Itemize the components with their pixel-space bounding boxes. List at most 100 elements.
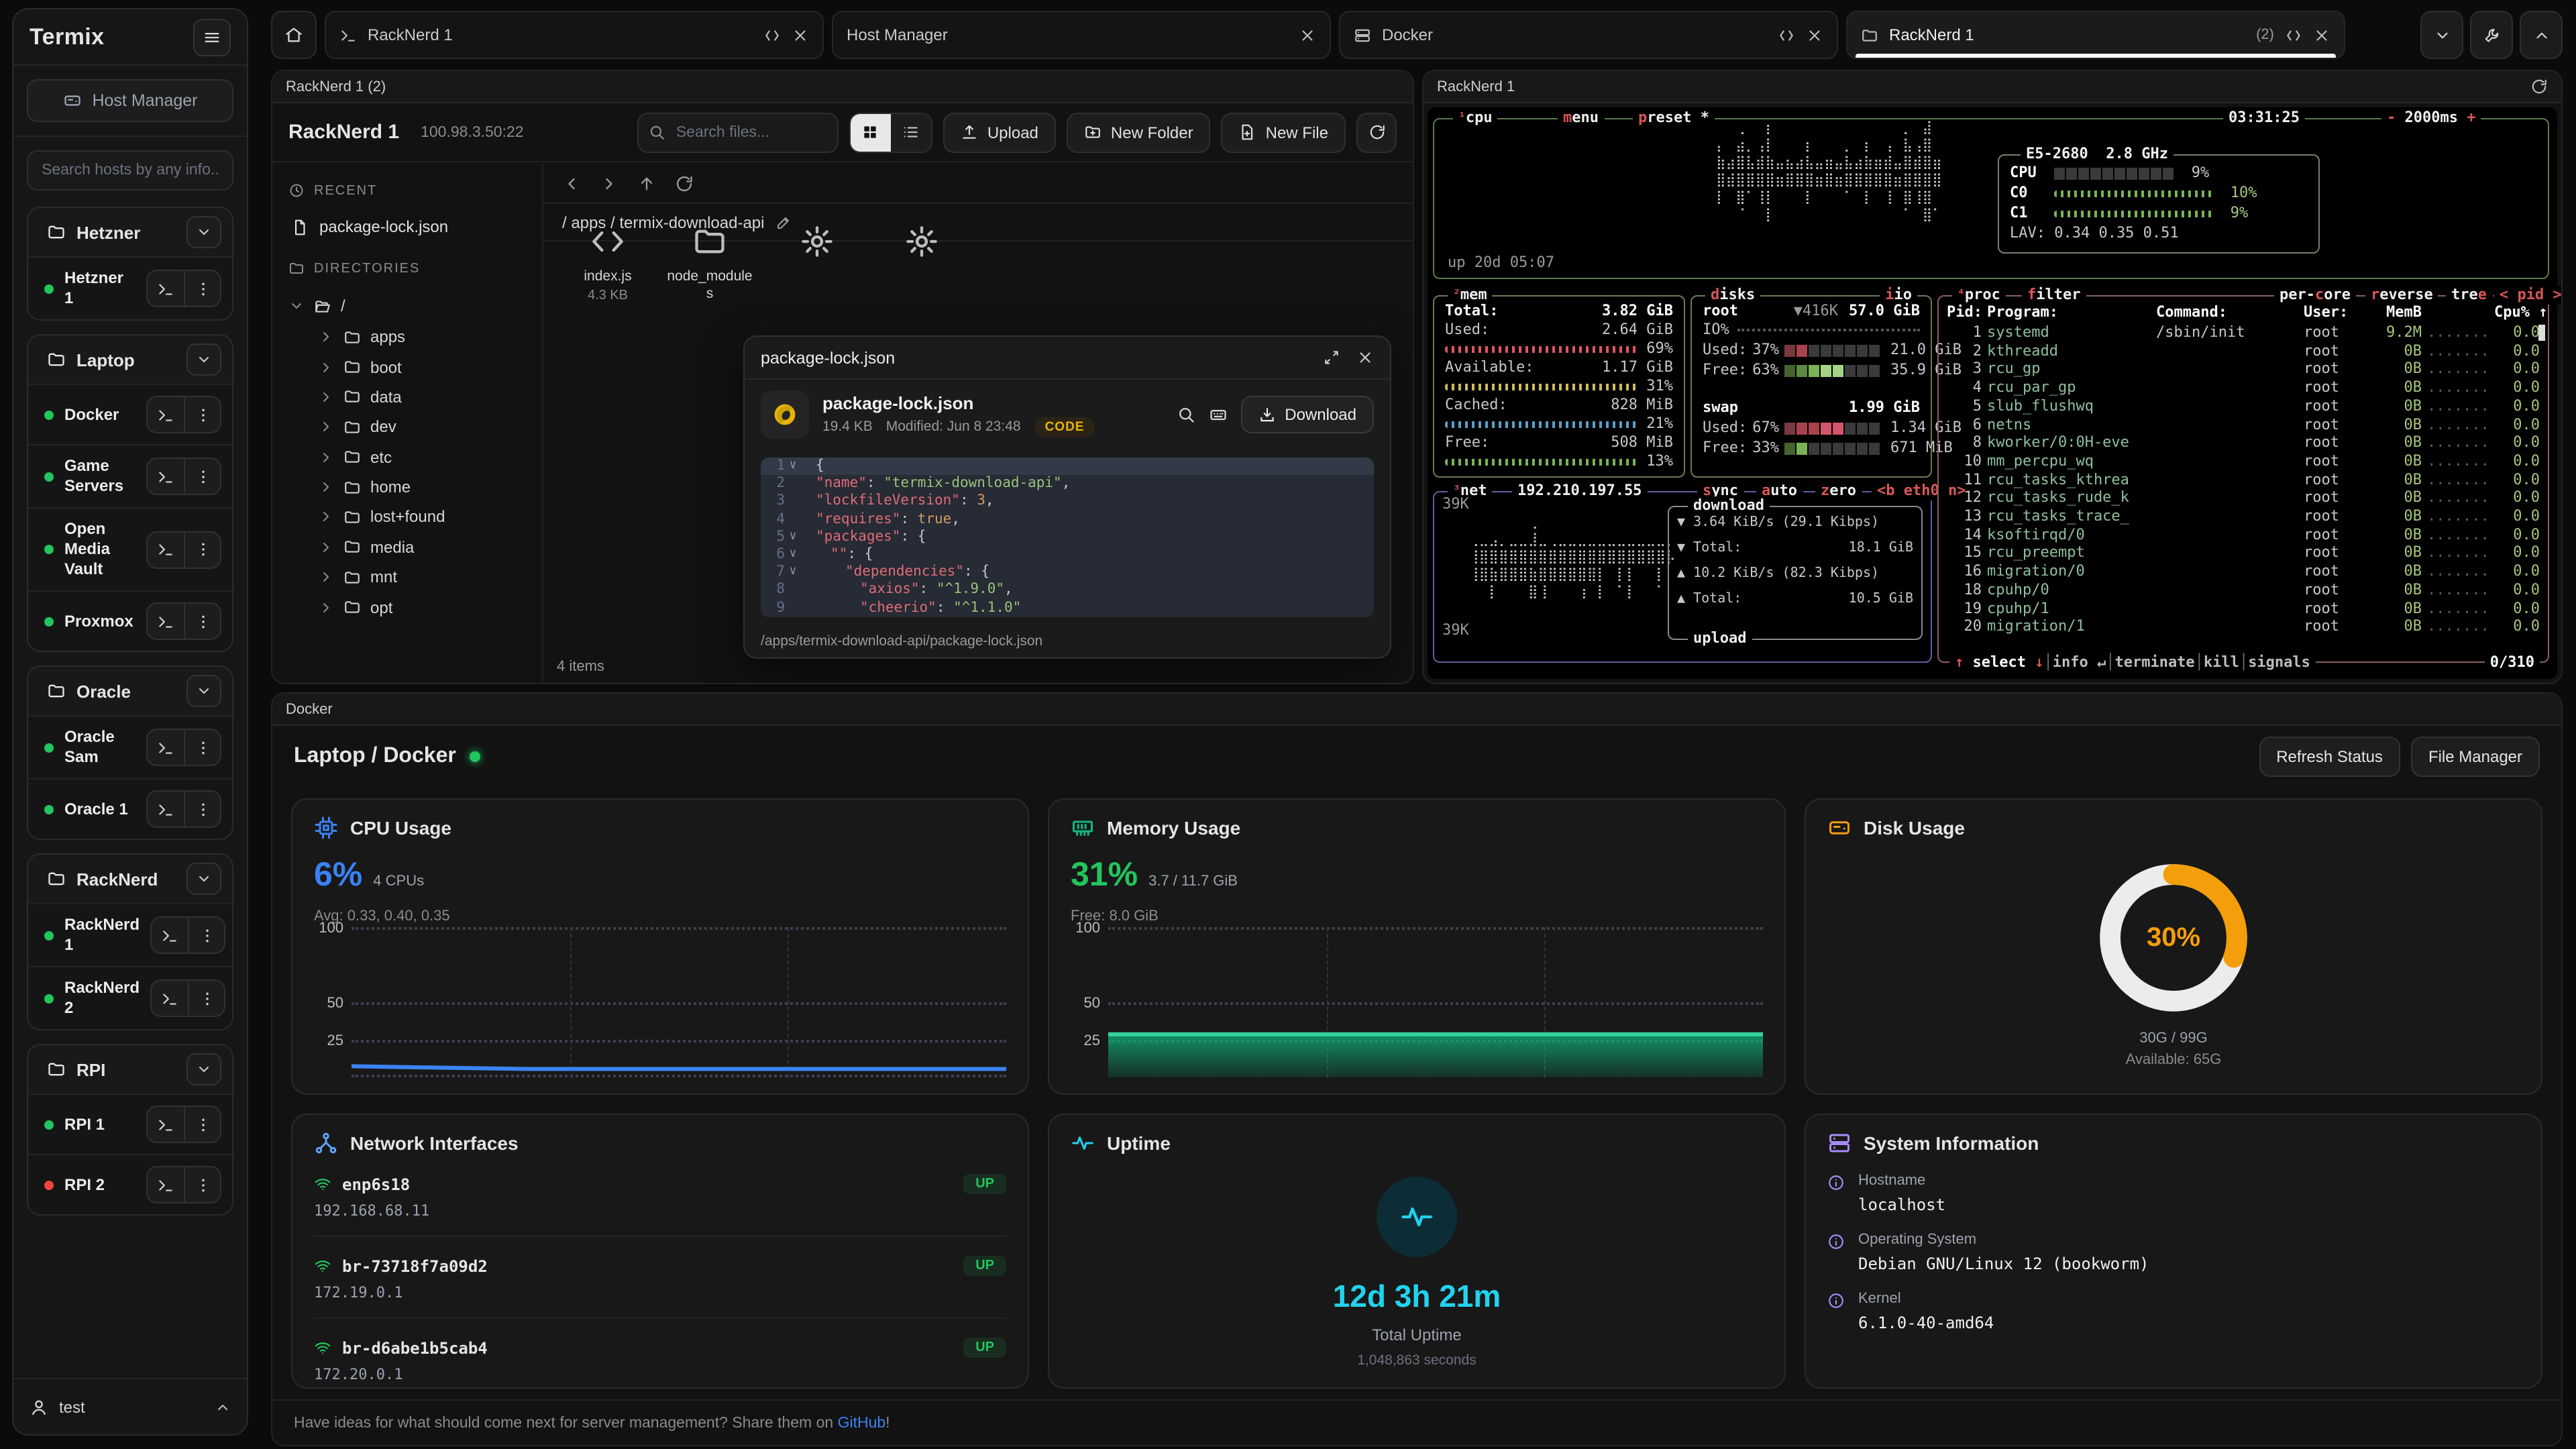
tab-racknerd1-terminal[interactable]: RackNerd 1 — [325, 11, 824, 59]
host-group-header[interactable]: Laptop — [28, 335, 232, 384]
directory-item[interactable]: boot — [288, 352, 526, 382]
tabs-collapse-button[interactable] — [2420, 11, 2463, 59]
process-row[interactable]: 18cpuhp/0root0B.........0.0 — [1939, 581, 2548, 599]
reconnect-icon[interactable] — [2530, 78, 2548, 95]
host-menu-button[interactable] — [188, 918, 224, 953]
directory-item[interactable]: home — [288, 472, 526, 502]
host-group-header[interactable]: Oracle — [28, 667, 232, 715]
btop-proc-reverse[interactable]: everse — [2379, 286, 2433, 305]
btop-proc-info[interactable]: info ↵ — [2053, 653, 2106, 672]
close-icon[interactable] — [792, 26, 809, 44]
process-table[interactable]: 1systemd/sbin/initroot9.2M.........0.0 2… — [1939, 323, 2548, 636]
process-row[interactable]: 13rcu_tasks_trace_root0B.........0.0 — [1939, 507, 2548, 525]
process-row[interactable]: 8kworker/0:0H-everoot0B.........0.0 — [1939, 433, 2548, 451]
tab-host-manager[interactable]: Host Manager — [832, 11, 1331, 59]
up-directory-icon[interactable] — [637, 174, 656, 193]
btop-menu[interactable]: enu — [1572, 109, 1599, 127]
host-terminal-button[interactable] — [148, 397, 184, 432]
github-link[interactable]: GitHub — [838, 1415, 886, 1431]
file-item-indexjs[interactable]: index.js 4.3 KB — [565, 220, 651, 303]
process-row[interactable]: 20migration/1root0B.........0.0 — [1939, 618, 2548, 636]
host-menu-button[interactable] — [184, 532, 220, 567]
user-menu[interactable]: test — [13, 1378, 247, 1434]
refresh-icon[interactable] — [675, 174, 694, 193]
split-view-icon[interactable] — [763, 26, 781, 44]
process-row[interactable]: 19cpuhp/1root0B.........0.0 — [1939, 599, 2548, 617]
terminal-screen[interactable]: ¹cpu menu preset * 03:31:25 - 2000ms + ⠀… — [1428, 107, 2557, 679]
new-file-button[interactable]: New File — [1222, 112, 1346, 152]
expand-icon[interactable] — [1323, 349, 1340, 366]
close-icon[interactable] — [1806, 26, 1823, 44]
new-folder-button[interactable]: New Folder — [1067, 112, 1211, 152]
split-view-icon[interactable] — [1778, 26, 1795, 44]
host-menu-button[interactable] — [184, 459, 220, 494]
host-group-header[interactable]: Hetzner — [28, 208, 232, 256]
host-terminal-button[interactable] — [148, 792, 184, 826]
close-icon[interactable] — [1299, 26, 1316, 44]
close-icon[interactable] — [1356, 349, 1374, 366]
host-terminal-button[interactable] — [148, 730, 184, 765]
host-item[interactable]: RackNerd 2 — [28, 966, 232, 1029]
btop-proc-filter[interactable]: ilter — [2036, 286, 2080, 305]
host-item[interactable]: Proxmox — [28, 590, 232, 651]
host-terminal-button[interactable] — [148, 532, 184, 567]
host-menu-button[interactable] — [184, 792, 220, 826]
download-button[interactable]: Download — [1240, 396, 1374, 433]
back-icon[interactable] — [562, 174, 581, 193]
directory-root[interactable]: / — [288, 290, 526, 322]
host-menu-button[interactable] — [184, 1167, 220, 1202]
file-manager-button[interactable]: File Manager — [2411, 737, 2540, 777]
btop-proc-terminate[interactable]: terminate — [2114, 653, 2194, 672]
host-menu-button[interactable] — [184, 397, 220, 432]
process-row[interactable]: 16migration/0root0B.........0.0 — [1939, 562, 2548, 580]
host-menu-button[interactable] — [184, 271, 220, 306]
host-manager-button[interactable]: Host Manager — [27, 79, 233, 122]
recent-file-item[interactable]: package-lock.json — [288, 212, 526, 255]
host-terminal-button[interactable] — [152, 918, 188, 953]
host-terminal-button[interactable] — [148, 604, 184, 639]
btop-proc-kill[interactable]: kill — [2204, 653, 2239, 672]
host-item[interactable]: Oracle Sam — [28, 715, 232, 778]
btop-preset[interactable]: reset * — [1647, 109, 1709, 127]
file-item-config-2[interactable] — [879, 220, 965, 263]
process-row[interactable]: 11rcu_tasks_kthrearoot0B.........0.0 — [1939, 470, 2548, 488]
directory-item[interactable]: mnt — [288, 562, 526, 592]
directory-item[interactable]: dev — [288, 412, 526, 442]
btop-proc-percore[interactable]: per-core — [2279, 286, 2351, 305]
process-row[interactable]: 2kthreaddroot0B.........0.0 — [1939, 341, 2548, 360]
host-item[interactable]: Oracle 1 — [28, 778, 232, 839]
directory-item[interactable]: apps — [288, 322, 526, 352]
list-view-button[interactable] — [891, 113, 931, 151]
process-row[interactable]: 5slub_flushwqroot0B.........0.0 — [1939, 397, 2548, 415]
btop-proc-signals[interactable]: signals — [2248, 653, 2310, 672]
upload-button[interactable]: Upload — [943, 112, 1056, 152]
group-collapse-button[interactable] — [186, 216, 221, 248]
code-editor[interactable]: 1∨{ 2"name": "termix-download-api", 3"lo… — [761, 458, 1374, 617]
host-terminal-button[interactable] — [148, 1107, 184, 1142]
btop-net-auto[interactable]: uto — [1770, 482, 1797, 500]
sidebar-menu-button[interactable] — [193, 18, 231, 56]
directory-item[interactable]: opt — [288, 592, 526, 623]
host-item[interactable]: Open Media Vault — [28, 507, 232, 590]
split-view-icon[interactable] — [2285, 26, 2302, 44]
process-row[interactable]: 1systemd/sbin/initroot9.2M.........0.0 — [1939, 323, 2548, 341]
host-menu-button[interactable] — [184, 1107, 220, 1142]
keyboard-icon[interactable] — [1208, 405, 1227, 424]
tab-docker[interactable]: Docker — [1339, 11, 1838, 59]
refresh-button[interactable] — [1356, 112, 1397, 152]
host-terminal-button[interactable] — [148, 271, 184, 306]
forward-icon[interactable] — [600, 174, 619, 193]
grid-view-button[interactable] — [851, 113, 891, 151]
host-menu-button[interactable] — [184, 730, 220, 765]
host-terminal-button[interactable] — [148, 459, 184, 494]
tabs-expand-button[interactable] — [2520, 11, 2563, 59]
host-item[interactable]: Game Servers — [28, 444, 232, 507]
host-group-header[interactable]: RackNerd — [28, 855, 232, 903]
process-row[interactable]: 12rcu_tasks_rude_kroot0B.........0.0 — [1939, 489, 2548, 507]
close-icon[interactable] — [2313, 26, 2330, 44]
host-item[interactable]: RPI 2 — [28, 1154, 232, 1214]
process-row[interactable]: 4rcu_par_gproot0B.........0.0 — [1939, 378, 2548, 396]
search-in-file-icon[interactable] — [1176, 405, 1195, 424]
host-terminal-button[interactable] — [152, 981, 188, 1016]
file-item-node-modules[interactable]: node_modules — [667, 220, 753, 302]
